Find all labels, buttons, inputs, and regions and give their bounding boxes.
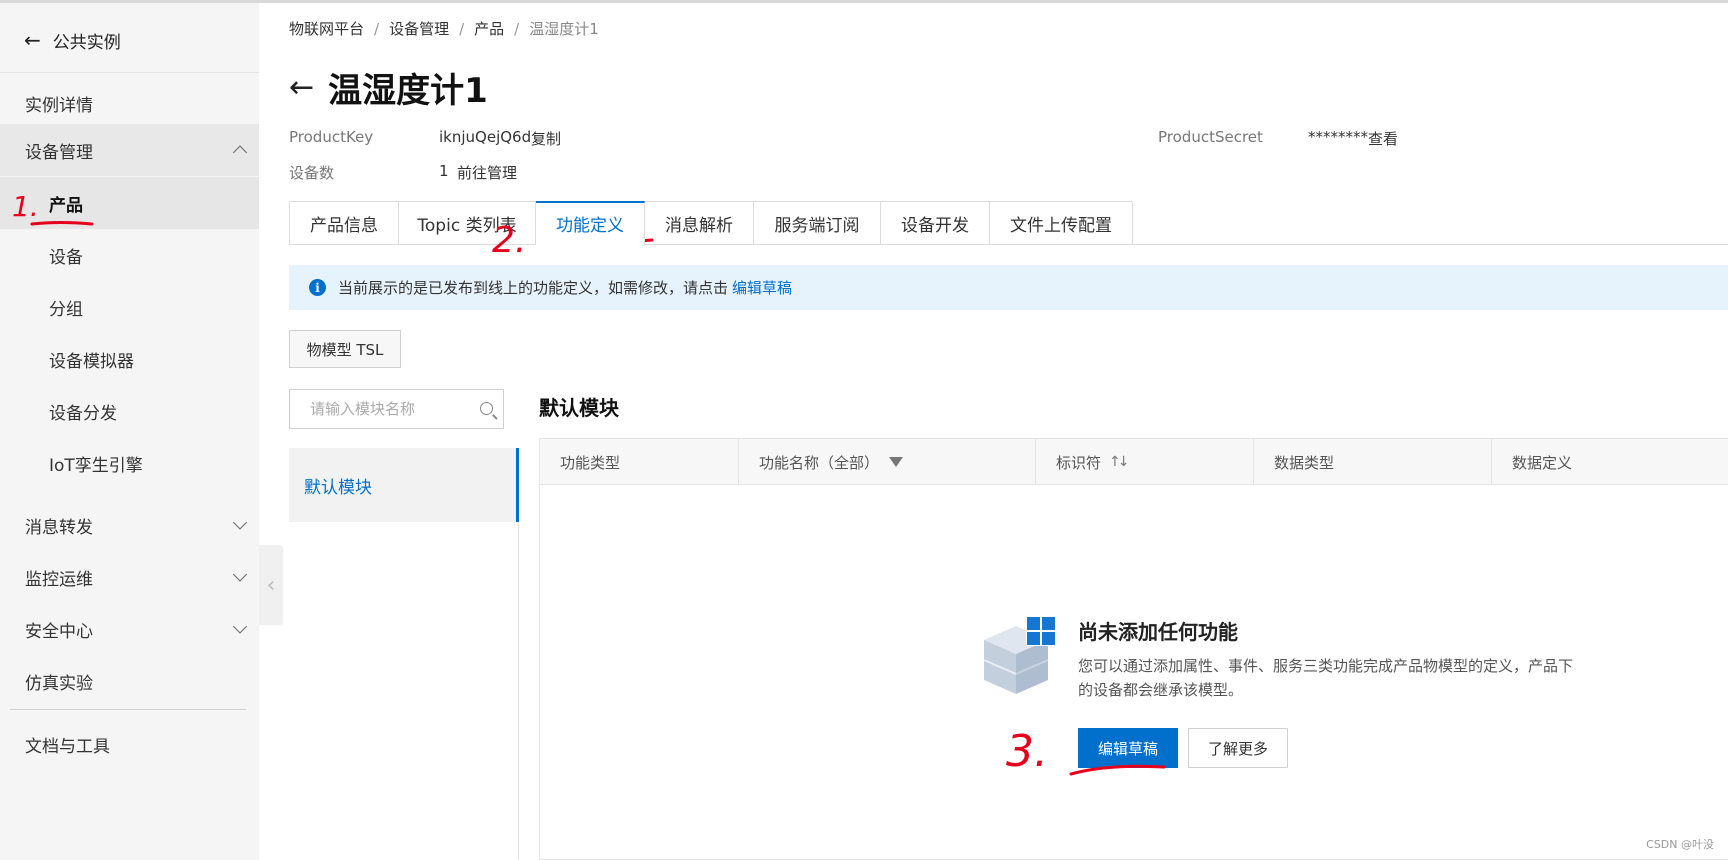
annotation-marker: 2. <box>492 220 527 261</box>
back-label: 公共实例 <box>52 32 121 53</box>
copy-link[interactable]: 复制 <box>531 128 561 149</box>
column-header-label: 功能类型 <box>560 453 621 472</box>
product-key-value: iknjuQejQ6d <box>439 128 532 146</box>
sidebar-collapse-handle[interactable]: ‹ <box>259 545 283 625</box>
breadcrumb-separator: / <box>374 19 380 38</box>
manage-devices-link[interactable]: 前往管理 <box>457 162 517 183</box>
breadcrumb-current: 温湿度计1 <box>529 20 599 38</box>
product-secret-label: ProductSecret <box>1158 128 1263 146</box>
breadcrumb-item[interactable]: 设备管理 <box>389 18 449 39</box>
module-item-default[interactable]: 默认模块 <box>289 448 519 522</box>
sidebar-item-label: 消息转发 <box>25 517 93 538</box>
sidebar-item-label: 监控运维 <box>25 569 93 590</box>
sidebar-item-label: 文档与工具 <box>25 736 110 757</box>
sort-icon[interactable]: ↑↓ <box>1109 454 1130 470</box>
product-secret-value: ******** <box>1308 128 1368 146</box>
column-header-label: 功能名称（全部） <box>759 453 880 472</box>
tab-bar: 产品信息 Topic 类列表 功能定义 消息解析 服务端订阅 设备开发 文件上传… <box>289 201 1133 245</box>
chevron-up-icon <box>232 145 248 160</box>
tab-product-info[interactable]: 产品信息 <box>289 201 399 245</box>
sidebar-item-simulation-lab[interactable]: 仿真实验 <box>0 655 259 707</box>
empty-state-description: 您可以通过添加属性、事件、服务三类功能完成产品物模型的定义，产品下的设备都会继承… <box>1078 657 1574 699</box>
column-header-label: 数据类型 <box>1274 453 1335 472</box>
empty-state-title: 尚未添加任何功能 <box>1078 620 1238 644</box>
breadcrumb-item[interactable]: 物联网平台 <box>289 18 364 39</box>
column-header-data-type: 数据类型 <box>1254 439 1492 485</box>
chevron-down-icon <box>232 567 248 582</box>
filter-icon[interactable] <box>889 457 904 467</box>
chevron-down-icon <box>232 515 248 530</box>
function-table: 功能类型 功能名称（全部） 标识符 ↑↓ 数据类型 数据定义 <box>539 438 1728 860</box>
module-list: 默认模块 <box>289 448 519 860</box>
column-header-data-definition: 数据定义 <box>1492 439 1728 485</box>
module-search-input[interactable] <box>290 400 460 418</box>
tab-message-parsing[interactable]: 消息解析 <box>645 201 754 245</box>
sidebar-divider <box>10 709 246 710</box>
sidebar-group-message-forwarding[interactable]: 消息转发 <box>0 499 259 551</box>
sidebar-item-iot-twin-engine[interactable]: IoT孪生引擎 <box>0 437 259 489</box>
chevron-left-icon: ‹ <box>266 572 276 598</box>
sidebar-item-label: 仿真实验 <box>25 673 93 694</box>
sidebar-divider <box>0 72 259 73</box>
sidebar-item-instance-detail[interactable]: 实例详情 <box>0 77 259 129</box>
breadcrumb-item[interactable]: 产品 <box>474 18 504 39</box>
chevron-down-icon <box>232 619 248 634</box>
sidebar-item-label: 设备模拟器 <box>49 351 134 372</box>
annotation-marker: 3. <box>1006 726 1048 777</box>
info-icon: i <box>309 279 326 296</box>
arrow-left-icon: ← <box>24 28 41 52</box>
sidebar-item-label: IoT孪生引擎 <box>49 455 143 476</box>
watermark: CSDN @叶没 <box>1646 838 1714 851</box>
table-header: 功能类型 功能名称（全部） 标识符 ↑↓ 数据类型 数据定义 <box>540 439 1728 485</box>
tab-device-development[interactable]: 设备开发 <box>881 201 990 245</box>
sidebar-item-label: 实例详情 <box>25 95 93 116</box>
tab-function-definition[interactable]: 功能定义 <box>536 201 645 245</box>
sidebar-item-label: 设备分发 <box>49 403 117 424</box>
tab-server-subscription[interactable]: 服务端订阅 <box>754 201 881 245</box>
arrow-left-icon[interactable]: ← <box>289 70 314 105</box>
annotation-underline <box>30 221 94 226</box>
sidebar-item-device-simulator[interactable]: 设备模拟器 <box>0 333 259 385</box>
sidebar-item-docs-tools[interactable]: 文档与工具 <box>0 718 259 770</box>
sidebar-item-label: 分组 <box>49 299 83 320</box>
column-header-function-name: 功能名称（全部） <box>739 439 1036 485</box>
column-header-identifier: 标识符 ↑↓ <box>1036 439 1254 485</box>
module-search <box>289 389 504 429</box>
column-header-function-type: 功能类型 <box>540 439 739 485</box>
tab-file-upload-config[interactable]: 文件上传配置 <box>990 201 1133 245</box>
sidebar-group-device-management[interactable]: 设备管理 <box>0 124 259 176</box>
empty-box-illustration-icon <box>983 616 1056 694</box>
edit-draft-link[interactable]: 编辑草稿 <box>732 277 792 298</box>
device-count-value: 1 <box>439 162 449 180</box>
sidebar-group-security-center[interactable]: 安全中心 <box>0 603 259 655</box>
column-header-label: 数据定义 <box>1512 453 1573 472</box>
annotation-underline <box>1069 764 1166 776</box>
sidebar-item-label: 安全中心 <box>25 621 93 642</box>
product-key-label: ProductKey <box>289 128 374 146</box>
page-header: ← 温湿度计1 <box>289 63 488 112</box>
breadcrumb: 物联网平台 / 设备管理 / 产品 / 温湿度计1 <box>289 18 599 39</box>
sidebar-item-label: 产品 <box>49 195 83 216</box>
back-to-instance-link[interactable]: ← 公共实例 <box>24 25 121 55</box>
sidebar-group-monitoring-ops[interactable]: 监控运维 <box>0 551 259 603</box>
tsl-model-button[interactable]: 物模型 TSL <box>289 330 401 368</box>
notice-text: 当前展示的是已发布到线上的功能定义，如需修改，请点击 <box>338 279 729 297</box>
device-count-label: 设备数 <box>289 164 335 182</box>
info-notice: i 当前展示的是已发布到线上的功能定义，如需修改，请点击 编辑草稿 <box>289 265 1728 310</box>
learn-more-button[interactable]: 了解更多 <box>1188 728 1288 768</box>
module-title: 默认模块 <box>539 396 619 420</box>
sidebar-item-label: 设备管理 <box>25 142 93 163</box>
page-title: 温湿度计1 <box>328 71 488 111</box>
sidebar-item-group[interactable]: 分组 <box>0 281 259 333</box>
breadcrumb-separator: / <box>459 19 465 38</box>
view-secret-link[interactable]: 查看 <box>1368 128 1398 149</box>
sidebar-item-device[interactable]: 设备 <box>0 229 259 281</box>
top-border <box>0 0 1728 3</box>
sidebar-item-device-distribution[interactable]: 设备分发 <box>0 385 259 437</box>
breadcrumb-separator: / <box>514 19 520 38</box>
column-header-label: 标识符 <box>1056 453 1102 472</box>
search-icon[interactable] <box>480 402 493 415</box>
sidebar: ← 公共实例 实例详情 设备管理 产品 设备 分组 设备模拟器 设备分发 IoT… <box>0 3 259 860</box>
sidebar-item-label: 设备 <box>49 247 83 268</box>
